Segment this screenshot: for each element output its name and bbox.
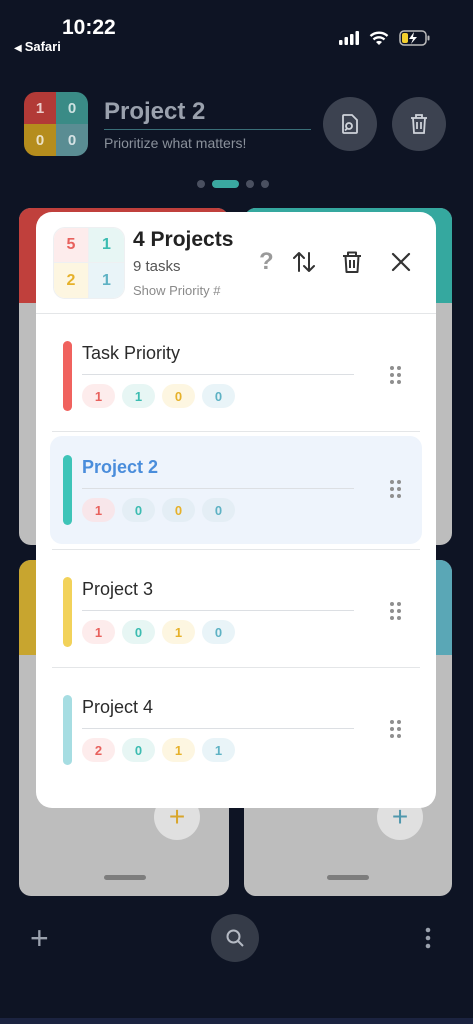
drag-grip-icon[interactable] <box>390 720 401 738</box>
close-icon <box>391 252 411 272</box>
sort-button[interactable] <box>291 250 317 274</box>
search-icon <box>226 929 244 947</box>
count-yellow: 0 <box>162 498 195 522</box>
back-to-app-link[interactable]: ◀ Safari <box>14 39 61 54</box>
priority-counts: 1 0 0 0 <box>82 498 235 522</box>
rename-button[interactable] <box>323 97 377 151</box>
matrix-cell-red: 1 <box>24 92 56 124</box>
project-name: Project 3 <box>82 579 154 599</box>
drag-grip-icon[interactable] <box>390 366 401 384</box>
projects-modal: 5 1 2 1 4 Projects 9 tasks Show Priority… <box>36 212 436 808</box>
priority-counts: 1 0 1 0 <box>82 620 235 644</box>
modal-title: 4 Projects <box>133 228 234 251</box>
status-icons <box>339 28 431 48</box>
count-blue: 1 <box>202 738 235 762</box>
count-yellow: 1 <box>162 738 195 762</box>
back-arrow-icon: ◀ <box>14 43 22 54</box>
more-vertical-icon <box>425 927 431 949</box>
wifi-icon <box>369 31 389 45</box>
home-indicator-bar <box>0 1018 473 1024</box>
back-app-label: Safari <box>24 39 61 54</box>
project-color-bar <box>63 577 72 647</box>
trash-icon <box>343 251 361 273</box>
drag-handle[interactable] <box>104 875 146 880</box>
count-red: 1 <box>82 384 115 408</box>
row-divider <box>52 667 420 668</box>
close-button[interactable] <box>390 251 412 273</box>
delete-all-button[interactable] <box>341 250 363 274</box>
count-red: 1 <box>82 498 115 522</box>
count-blue: 0 <box>202 498 235 522</box>
delete-project-button[interactable] <box>392 97 446 151</box>
count-red: 2 <box>82 738 115 762</box>
row-divider <box>52 431 420 432</box>
row-underline <box>82 374 354 375</box>
project-row-selected[interactable]: Project 2 1 0 0 0 <box>50 436 422 544</box>
row-underline <box>82 728 354 729</box>
drag-grip-icon[interactable] <box>390 602 401 620</box>
matrix-cell-blue: 0 <box>56 124 88 156</box>
count-red: 1 <box>82 620 115 644</box>
count-green: 0 <box>122 620 155 644</box>
help-button[interactable]: ? <box>259 248 274 276</box>
page-dot[interactable] <box>197 180 205 188</box>
project-name: Task Priority <box>82 343 181 363</box>
project-row[interactable]: Project 3 1 0 1 0 <box>50 558 422 666</box>
priority-counts: 2 0 1 1 <box>82 738 235 762</box>
matrix-cell-red: 5 <box>54 228 89 263</box>
rename-icon <box>342 114 358 134</box>
row-underline <box>82 488 354 489</box>
count-yellow: 1 <box>162 620 195 644</box>
page-indicator <box>197 180 269 188</box>
trash-icon <box>411 114 427 134</box>
matrix-cell-yellow: 0 <box>24 124 56 156</box>
drag-handle[interactable] <box>327 875 369 880</box>
priority-counts: 1 1 0 0 <box>82 384 235 408</box>
task-count: 9 tasks <box>133 258 181 275</box>
project-color-bar <box>63 455 72 525</box>
search-button[interactable] <box>211 914 259 962</box>
project-name: Project 4 <box>82 697 154 717</box>
project-color-bar <box>63 341 72 411</box>
title-underline <box>104 129 311 130</box>
page-dot[interactable] <box>246 180 254 188</box>
matrix-cell-green: 1 <box>89 228 124 263</box>
drag-grip-icon[interactable] <box>390 480 401 498</box>
battery-charging-icon <box>399 30 430 46</box>
project-row[interactable]: Task Priority 1 1 0 0 <box>50 322 422 430</box>
row-underline <box>82 610 354 611</box>
matrix-cell-green: 0 <box>56 92 88 124</box>
project-matrix-thumbnail[interactable]: 1 0 0 0 <box>24 92 88 156</box>
row-divider <box>52 549 420 550</box>
status-time: 10:22 <box>62 16 116 39</box>
project-title[interactable]: Project 2 <box>104 98 205 126</box>
matrix-cell-blue: 1 <box>89 263 124 298</box>
all-projects-matrix: 5 1 2 1 <box>53 227 125 299</box>
matrix-cell-yellow: 2 <box>54 263 89 298</box>
more-options-button[interactable] <box>421 926 435 955</box>
count-green: 0 <box>122 498 155 522</box>
page-dot[interactable] <box>261 180 269 188</box>
count-blue: 0 <box>202 620 235 644</box>
project-row[interactable]: Project 4 2 0 1 1 <box>50 676 422 784</box>
header-divider <box>36 313 436 314</box>
count-yellow: 0 <box>162 384 195 408</box>
page-dot-active[interactable] <box>212 180 239 188</box>
add-project-button[interactable]: + <box>30 920 49 957</box>
project-color-bar <box>63 695 72 765</box>
signal-icon <box>339 31 359 45</box>
count-green: 1 <box>122 384 155 408</box>
sort-icon <box>293 252 315 272</box>
count-blue: 0 <box>202 384 235 408</box>
project-name: Project 2 <box>82 457 159 477</box>
project-subtitle[interactable]: Prioritize what matters! <box>104 135 246 151</box>
count-green: 0 <box>122 738 155 762</box>
show-priority-toggle[interactable]: Show Priority # <box>133 283 220 298</box>
